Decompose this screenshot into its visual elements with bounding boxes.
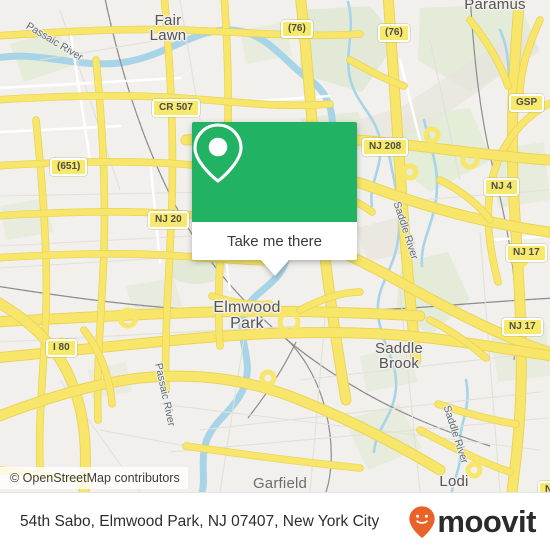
road-shield[interactable]: NJ 208 [362,138,409,156]
map-pin-icon [193,123,243,183]
callout-tail [260,260,289,276]
road-shield[interactable]: NJ [538,481,550,492]
footer-bar: 54th Sabo, Elmwood Park, NJ 07407, New Y… [0,492,550,550]
address-text: 54th Sabo, Elmwood Park, NJ 07407, New Y… [20,512,380,530]
road-shield[interactable]: I 80 [46,339,77,357]
road-shield[interactable]: (651) [50,158,88,176]
road-shield[interactable]: GSP [509,94,545,112]
road-shield[interactable]: (76) [378,24,410,42]
road-shield[interactable]: (76) [281,20,313,38]
callout-action[interactable]: Take me there [192,222,357,260]
map-canvas[interactable]: .rd { fill:none; stroke:#f8e66a; stroke-… [0,0,550,492]
road-shield[interactable]: NJ 4 [484,178,520,196]
moovit-logo[interactable]: moovit [408,505,536,539]
location-callout[interactable]: Take me there [192,122,357,276]
moovit-wordmark: moovit [437,504,536,539]
take-me-there-label: Take me there [226,232,323,250]
road-shield[interactable]: NJ 17 [502,318,543,336]
road-shield[interactable]: NJ 17 [506,244,547,262]
callout-header [192,122,357,222]
osm-attribution[interactable]: © OpenStreetMap contributors [0,467,188,489]
road-shield[interactable]: NJ 20 [148,211,189,229]
moovit-pin-icon [409,505,436,538]
map-screen: .rd { fill:none; stroke:#f8e66a; stroke-… [0,0,550,550]
road-shield[interactable]: CR 507 [152,99,200,117]
